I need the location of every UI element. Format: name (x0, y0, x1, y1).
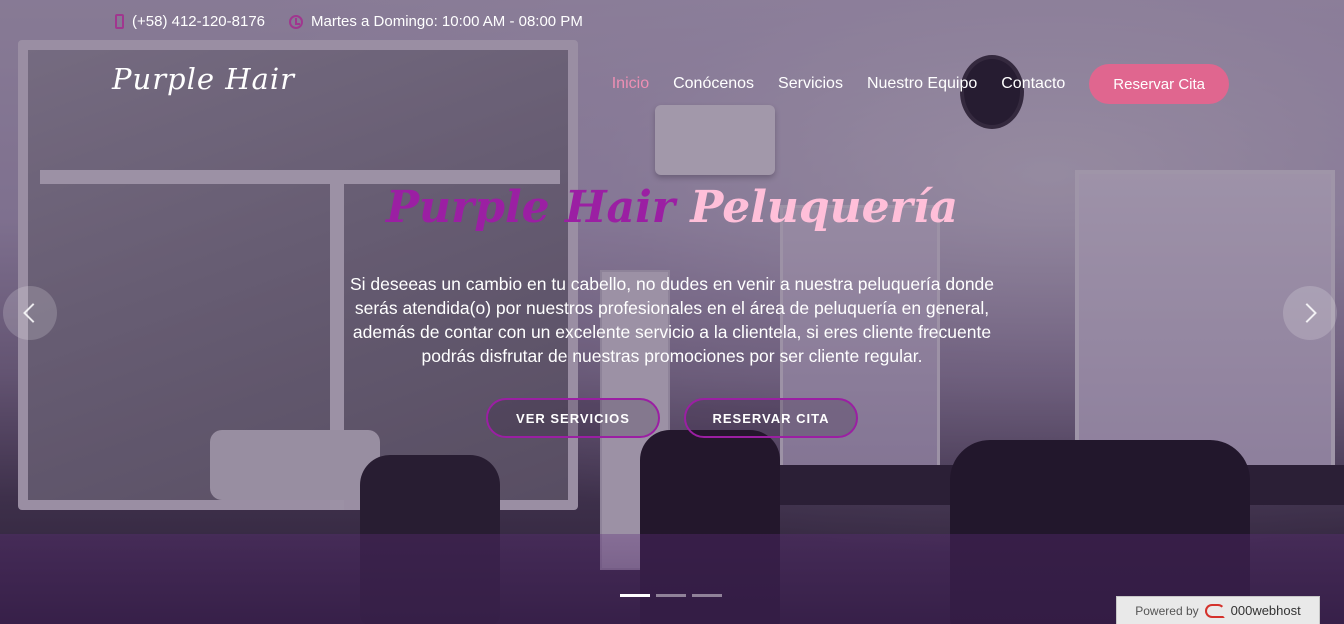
hero-buttons: VER SERVICIOS RESERVAR CITA (0, 398, 1344, 438)
hero-description: Si deseeas un cambio en tu cabello, no d… (349, 274, 995, 366)
hero-title-brand: Purple Hair (385, 182, 675, 233)
carousel-prev-button[interactable] (3, 286, 57, 340)
nav-item-servicios[interactable]: Servicios (778, 75, 843, 93)
webhost-logo-icon (1204, 603, 1225, 618)
powered-by-brand: 000webhost (1230, 603, 1301, 618)
hours-info: Martes a Domingo: 10:00 AM - 08:00 PM (289, 13, 583, 30)
clock-icon (289, 14, 304, 29)
nav-item-conocenos[interactable]: Conócenos (673, 75, 754, 93)
book-appointment-button[interactable]: Reservar Cita (1089, 64, 1229, 104)
carousel-next-button[interactable] (1283, 286, 1337, 340)
hero-title-suffix: Peluquería (690, 182, 959, 233)
carousel-indicators (620, 594, 722, 597)
hero-book-button[interactable]: RESERVAR CITA (684, 398, 858, 438)
chevron-left-icon (23, 303, 43, 323)
main-nav: Inicio Conócenos Servicios Nuestro Equip… (612, 64, 1229, 104)
powered-by-badge[interactable]: Powered by 000webhost (1116, 596, 1320, 624)
top-info-bar: (+58) 412-120-8176 Martes a Domingo: 10:… (115, 13, 583, 30)
nav-item-inicio[interactable]: Inicio (612, 75, 649, 93)
hero-title: Purple Hair Peluquería (0, 182, 1344, 233)
phone-info[interactable]: (+58) 412-120-8176 (115, 13, 265, 30)
phone-icon (115, 14, 124, 29)
phone-number: (+58) 412-120-8176 (132, 13, 266, 30)
hero-section: (+58) 412-120-8176 Martes a Domingo: 10:… (0, 0, 1344, 624)
opening-hours: Martes a Domingo: 10:00 AM - 08:00 PM (311, 13, 583, 30)
carousel-indicator-2[interactable] (656, 594, 686, 597)
chevron-right-icon (1297, 303, 1317, 323)
brand-logo[interactable]: Purple Hair (112, 62, 295, 96)
powered-by-label: Powered by (1135, 603, 1199, 618)
carousel-indicator-1[interactable] (620, 594, 650, 597)
nav-item-nuestro-equipo[interactable]: Nuestro Equipo (867, 75, 977, 93)
carousel-indicator-3[interactable] (692, 594, 722, 597)
nav-item-contacto[interactable]: Contacto (1001, 75, 1065, 93)
view-services-button[interactable]: VER SERVICIOS (486, 398, 660, 438)
